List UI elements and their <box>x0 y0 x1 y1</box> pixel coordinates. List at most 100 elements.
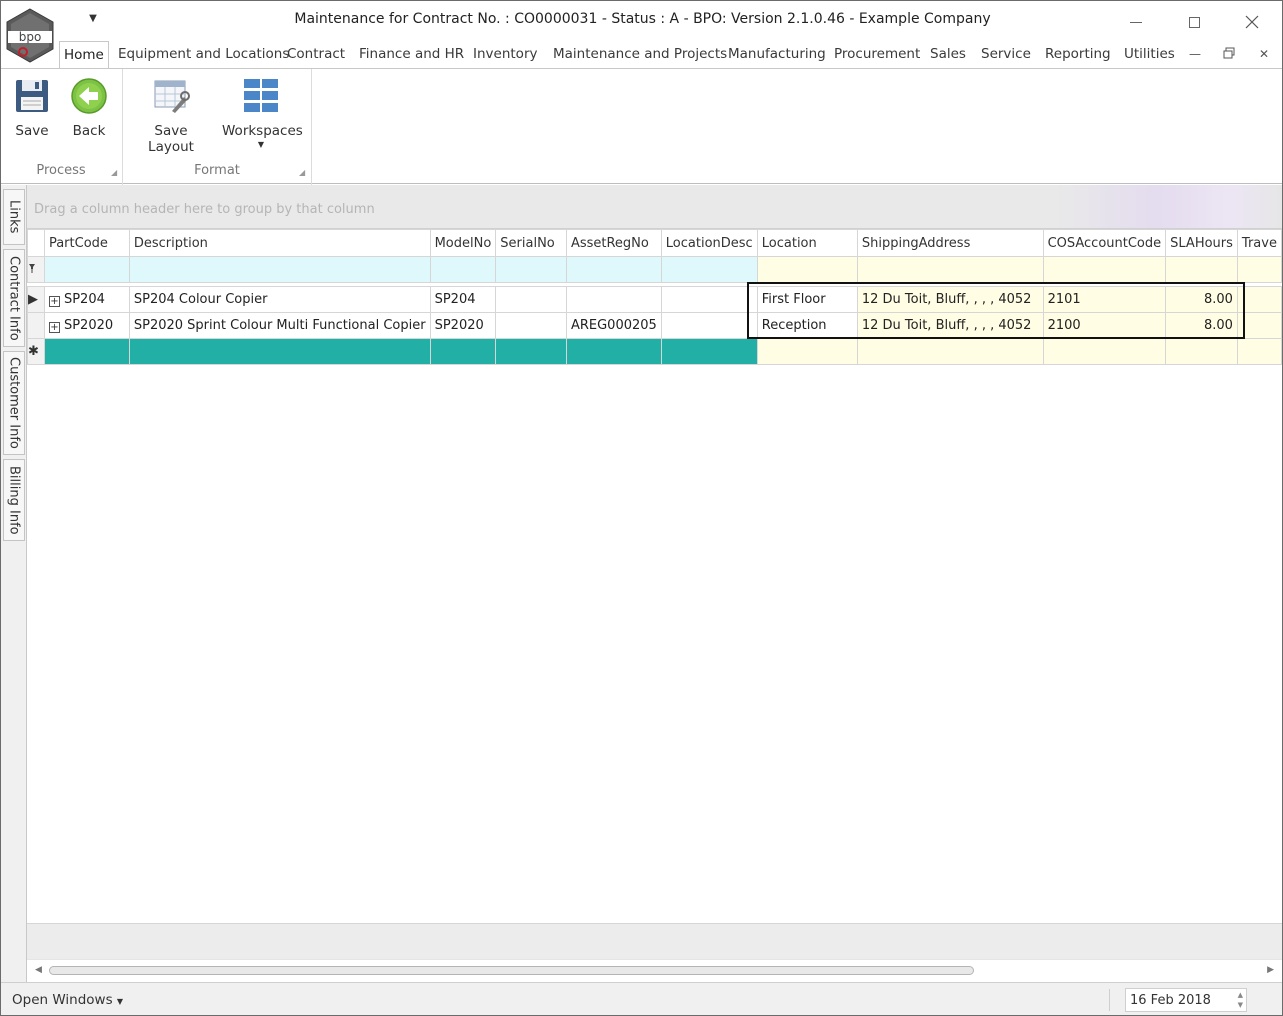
maximize-button[interactable] <box>1171 9 1217 35</box>
tab-home[interactable]: Home <box>59 41 109 69</box>
filter-cell-slahours[interactable] <box>1165 256 1238 283</box>
cell-description[interactable]: SP2020 Sprint Colour Multi Functional Co… <box>128 312 431 339</box>
new-cell-shippingaddress[interactable] <box>856 338 1044 365</box>
tab-equipment-and-locations[interactable]: Equipment and Locations <box>114 41 293 68</box>
scroll-right-icon[interactable]: ▶ <box>1267 965 1274 975</box>
tab-service[interactable]: Service <box>977 41 1035 68</box>
cell-modelno[interactable]: SP204 <box>429 286 497 313</box>
tab-utilities[interactable]: Utilities <box>1120 41 1179 68</box>
group-by-panel[interactable]: Drag a column header here to group by th… <box>27 185 1282 229</box>
cell-location[interactable]: Reception <box>756 312 858 339</box>
new-cell-partcode[interactable] <box>43 338 130 365</box>
save-layout-button[interactable]: Save Layout <box>131 75 211 155</box>
cell-trave[interactable] <box>1236 312 1282 339</box>
workspaces-grid-icon <box>241 75 281 117</box>
new-cell-serialno[interactable] <box>495 338 567 365</box>
filter-cell-shippingaddress[interactable] <box>856 256 1044 283</box>
new-cell-locationdesc[interactable] <box>660 338 758 365</box>
column-header-assetregno[interactable]: AssetRegNo <box>565 229 662 257</box>
mdi-minimize-icon[interactable]: — <box>1188 47 1202 61</box>
table-row[interactable]: ▶ + SP204 SP204 Colour Copier SP204 First… <box>27 286 1282 313</box>
cell-assetregno[interactable] <box>565 286 662 313</box>
cell-serialno[interactable] <box>495 286 567 313</box>
filter-cell-trave[interactable] <box>1236 256 1282 283</box>
cell-shippingaddress[interactable]: 12 Du Toit, Bluff, , , , 4052 <box>856 286 1044 313</box>
expand-row-icon[interactable]: + <box>48 322 60 333</box>
cell-trave[interactable] <box>1236 286 1282 313</box>
expand-row-icon[interactable]: + <box>48 296 60 307</box>
tab-sales[interactable]: Sales <box>926 41 970 68</box>
tab-contract[interactable]: Contract <box>283 41 349 68</box>
table-row[interactable]: + SP2020 SP2020 Sprint Colour Multi Funct… <box>27 312 1282 339</box>
close-button[interactable] <box>1229 9 1275 35</box>
new-cell-assetregno[interactable] <box>565 338 662 365</box>
cell-shippingaddress[interactable]: 12 Du Toit, Bluff, , , , 4052 <box>856 312 1044 339</box>
tab-inventory[interactable]: Inventory <box>469 41 541 68</box>
new-item-row[interactable]: ✱ <box>27 338 1282 365</box>
side-tab-billing-info[interactable]: Billing Info <box>3 459 25 541</box>
cell-modelno[interactable]: SP2020 <box>429 312 497 339</box>
filter-cell-description[interactable] <box>128 256 431 283</box>
tab-manufacturing[interactable]: Manufacturing <box>724 41 830 68</box>
cell-slahours[interactable]: 8.00 <box>1165 312 1238 339</box>
back-button[interactable]: Back <box>67 75 111 139</box>
date-field[interactable]: 16 Feb 2018 ▲ ▼ <box>1125 988 1247 1012</box>
cell-locationdesc[interactable] <box>660 312 758 339</box>
column-header-location[interactable]: Location <box>756 229 858 257</box>
filter-cell-partcode[interactable] <box>43 256 130 283</box>
new-cell-slahours[interactable] <box>1165 338 1238 365</box>
cell-description[interactable]: SP204 Colour Copier <box>128 286 431 313</box>
tab-finance-and-hr[interactable]: Finance and HR <box>355 41 468 68</box>
column-header-partcode[interactable]: PartCode <box>43 229 130 257</box>
tab-reporting[interactable]: Reporting <box>1041 41 1115 68</box>
date-spinner-icon[interactable]: ▲ ▼ <box>1238 990 1243 1010</box>
process-group-launcher-icon[interactable]: ◢ <box>111 169 119 177</box>
filter-cell-cosaccountcode[interactable] <box>1042 256 1167 283</box>
mdi-close-icon[interactable]: ✕ <box>1257 47 1271 61</box>
cell-cosaccountcode[interactable]: 2101 <box>1042 286 1167 313</box>
cell-serialno[interactable] <box>495 312 567 339</box>
column-header-modelno[interactable]: ModelNo <box>429 229 497 257</box>
new-cell-description[interactable] <box>128 338 431 365</box>
open-windows-menu[interactable]: Open Windows ▼ <box>12 992 123 1008</box>
column-header-serialno[interactable]: SerialNo <box>495 229 567 257</box>
save-button[interactable]: Save <box>11 75 53 139</box>
scroll-left-icon[interactable]: ◀ <box>35 965 42 975</box>
cell-locationdesc[interactable] <box>660 286 758 313</box>
column-header-trave[interactable]: Trave <box>1236 229 1282 257</box>
filter-cell-locationdesc[interactable] <box>660 256 758 283</box>
column-header-slahours[interactable]: SLAHours <box>1165 229 1238 257</box>
filter-cell-serialno[interactable] <box>495 256 567 283</box>
side-tab-customer-info[interactable]: Customer Info <box>3 351 25 455</box>
filter-cell-assetregno[interactable] <box>565 256 662 283</box>
column-header-locationdesc[interactable]: LocationDesc <box>660 229 758 257</box>
cell-cosaccountcode[interactable]: 2100 <box>1042 312 1167 339</box>
column-header-cosaccountcode[interactable]: COSAccountCode <box>1042 229 1167 257</box>
column-header-shippingaddress[interactable]: ShippingAddress <box>856 229 1044 257</box>
mdi-restore-icon[interactable] <box>1222 47 1236 61</box>
window-title: Maintenance for Contract No. : CO0000031… <box>294 11 991 27</box>
new-cell-modelno[interactable] <box>429 338 497 365</box>
new-row-asterisk-icon: ✱ <box>27 338 45 365</box>
cell-partcode[interactable]: + SP204 <box>43 286 130 313</box>
filter-cell-location[interactable] <box>756 256 858 283</box>
new-cell-cosaccountcode[interactable] <box>1042 338 1167 365</box>
cell-partcode[interactable]: + SP2020 <box>43 312 130 339</box>
cell-slahours[interactable]: 8.00 <box>1165 286 1238 313</box>
tab-maintenance-and-projects[interactable]: Maintenance and Projects <box>549 41 731 68</box>
new-cell-location[interactable] <box>756 338 858 365</box>
horizontal-scrollbar[interactable]: ◀ ▶ <box>27 959 1282 981</box>
side-tab-contract-info[interactable]: Contract Info <box>3 249 25 347</box>
tab-procurement[interactable]: Procurement <box>830 41 924 68</box>
column-header-description[interactable]: Description <box>128 229 431 257</box>
scrollbar-thumb[interactable] <box>49 966 974 975</box>
minimize-button[interactable] <box>1113 9 1159 35</box>
bpo-logo-icon[interactable]: bpo <box>3 7 57 65</box>
new-cell-trave[interactable] <box>1236 338 1282 365</box>
cell-assetregno[interactable]: AREG000205 <box>565 312 662 339</box>
workspaces-button[interactable]: Workspaces ▼ <box>222 75 303 149</box>
format-group-launcher-icon[interactable]: ◢ <box>299 169 307 177</box>
filter-cell-modelno[interactable] <box>429 256 497 283</box>
cell-location[interactable]: First Floor <box>756 286 858 313</box>
side-tab-links[interactable]: Links <box>3 189 25 245</box>
